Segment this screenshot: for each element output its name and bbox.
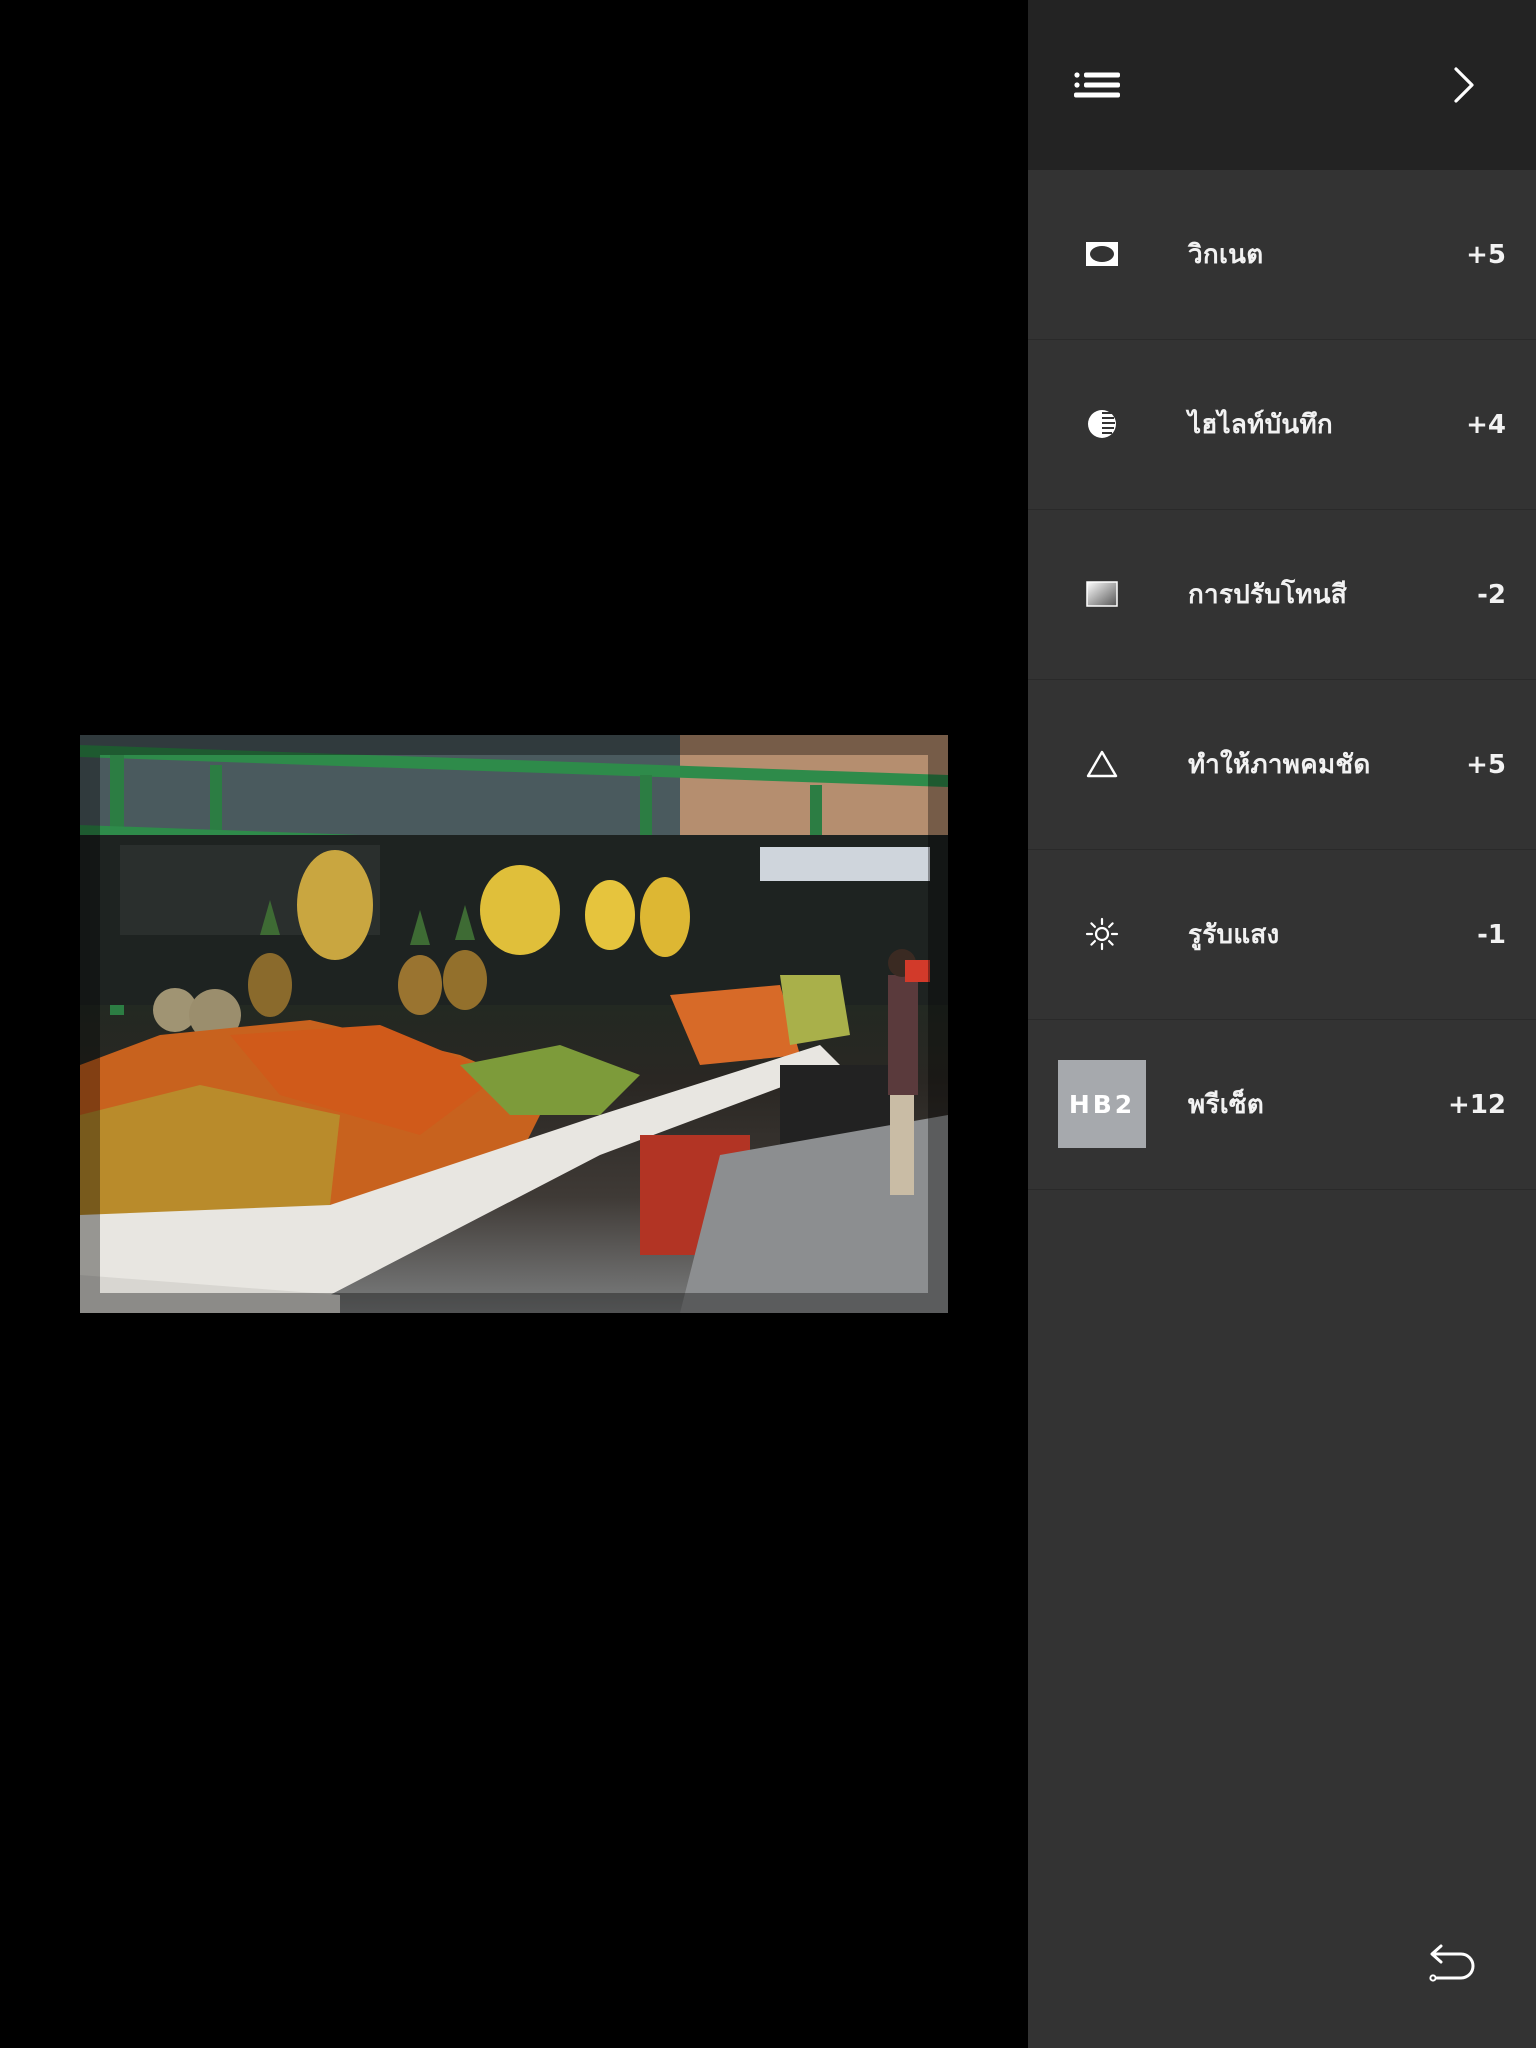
tool-row-preset[interactable]: HB2 พรีเซ็ต +12 — [1028, 1020, 1536, 1190]
exposure-icon — [1058, 890, 1146, 978]
tool-label: ไฮไลท์บันทึก — [1188, 410, 1333, 440]
panel-header — [1028, 0, 1536, 170]
photo-preview[interactable] — [80, 735, 948, 1313]
tool-label: พรีเซ็ต — [1188, 1090, 1265, 1120]
highlights-icon — [1058, 380, 1146, 468]
preset-badge-icon: HB2 — [1058, 1060, 1146, 1148]
tool-label: วิกเนต — [1188, 240, 1264, 270]
tool-value: +5 — [1466, 749, 1506, 780]
image-canvas[interactable] — [0, 0, 1028, 2048]
sharpen-icon — [1058, 720, 1146, 808]
undo-icon[interactable] — [1416, 1926, 1488, 1998]
tool-value: +4 — [1466, 409, 1506, 440]
tool-label: การปรับโทนสี — [1188, 580, 1348, 610]
tool-row-sharpen[interactable]: ทำให้ภาพคมชัด +5 — [1028, 680, 1536, 850]
market-photo — [80, 735, 948, 1313]
tool-row-exposure[interactable]: รูรับแสง -1 — [1028, 850, 1536, 1020]
chevron-right-icon[interactable] — [1424, 45, 1504, 125]
tool-label: รูรับแสง — [1188, 920, 1280, 950]
tool-value: +12 — [1448, 1089, 1506, 1120]
tool-value: -2 — [1477, 579, 1506, 610]
tool-row-vignette[interactable]: วิกเนต +5 — [1028, 170, 1536, 340]
tool-row-highlights[interactable]: ไฮไลท์บันทึก +4 — [1028, 340, 1536, 510]
tool-label: ทำให้ภาพคมชัด — [1188, 750, 1371, 780]
tone-icon — [1058, 550, 1146, 638]
list-icon[interactable] — [1058, 45, 1138, 125]
tool-list: วิกเนต +5 ไฮไลท์บันทึก +4 การปรับโทนสี -… — [1028, 170, 1536, 1190]
tool-value: -1 — [1477, 919, 1506, 950]
edit-panel: วิกเนต +5 ไฮไลท์บันทึก +4 การปรับโทนสี -… — [1028, 0, 1536, 2048]
vignette-icon — [1058, 210, 1146, 298]
tool-row-tone[interactable]: การปรับโทนสี -2 — [1028, 510, 1536, 680]
tool-value: +5 — [1466, 239, 1506, 270]
preset-badge: HB2 — [1058, 1060, 1146, 1148]
